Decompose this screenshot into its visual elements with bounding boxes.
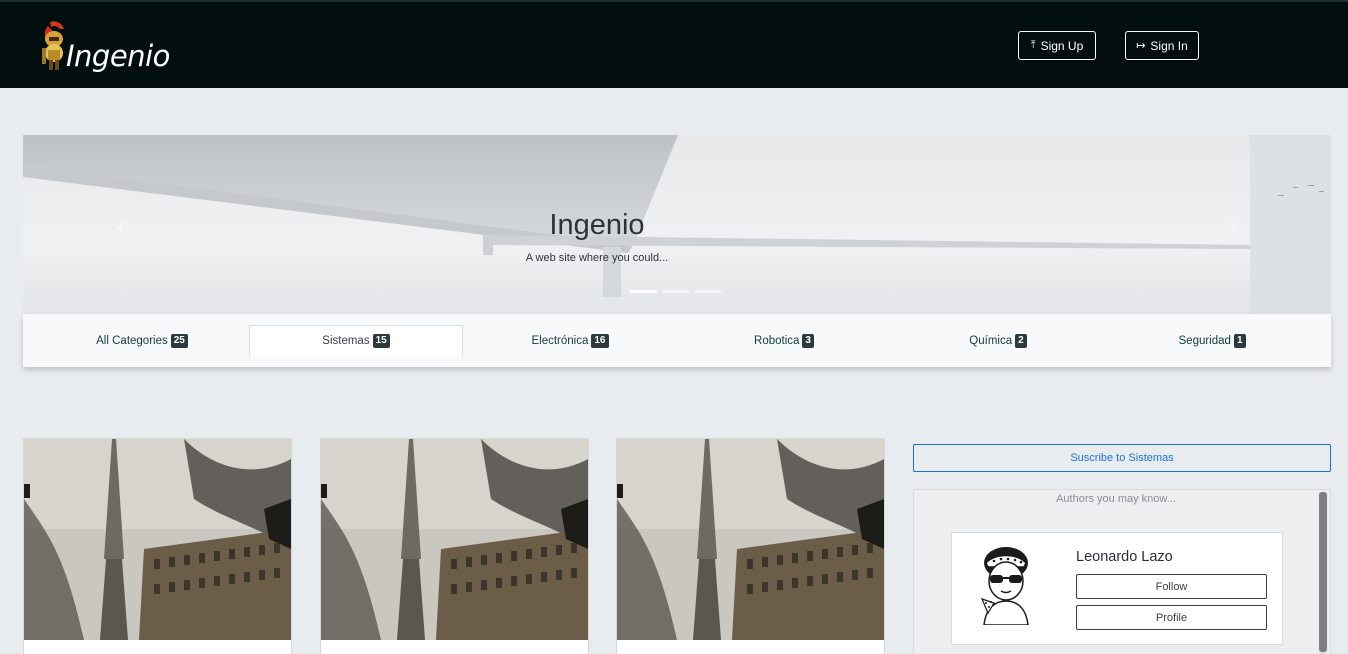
sign-in-button[interactable]: ↦ Sign In xyxy=(1125,31,1199,60)
tab-robotica[interactable]: Robotica 3 xyxy=(677,325,891,356)
authors-title: Authors you may know... xyxy=(1056,493,1176,505)
subscribe-button[interactable]: Suscribe to Sistemas xyxy=(913,444,1331,472)
avatar xyxy=(980,547,1029,625)
count-badge: 15 xyxy=(372,334,390,348)
author-card: Leonardo Lazo Follow Profile xyxy=(951,532,1283,645)
category-tabs: All Categories 25 Sistemas 15 Electrónic… xyxy=(23,314,1331,367)
sign-up-label: Sign Up xyxy=(1040,38,1084,53)
brand-link[interactable]: Ingenio xyxy=(40,18,170,74)
tab-label: Sistemas xyxy=(322,335,370,347)
sign-up-button[interactable]: ⤒ Sign Up xyxy=(1018,31,1096,60)
scrollbar-thumb[interactable] xyxy=(1319,492,1327,652)
tab-label: Química xyxy=(969,334,1013,347)
post-card[interactable] xyxy=(616,438,885,654)
post-image xyxy=(24,439,291,640)
tab-label: All Categories xyxy=(96,334,168,347)
authors-panel: Authors you may know... Leonardo Lazo Fo… xyxy=(913,489,1331,654)
carousel-subtitle: A web site where you could... xyxy=(525,252,669,264)
follow-button[interactable]: Follow xyxy=(1076,574,1267,599)
count-badge: 25 xyxy=(170,333,188,348)
carousel-indicator[interactable] xyxy=(662,290,689,293)
tab-label: Robotica xyxy=(754,334,800,347)
carousel-next-button[interactable]: › xyxy=(1223,213,1243,238)
chevron-right-icon: › xyxy=(1229,213,1237,238)
upload-icon: ⤒ xyxy=(1030,39,1036,51)
tab-seguridad[interactable]: Seguridad 1 xyxy=(1105,325,1319,356)
post-image xyxy=(617,439,884,640)
hero-carousel: Ingenio A web site where you could... ‹ … xyxy=(23,135,1331,314)
post-image xyxy=(321,439,588,640)
author-name: Leonardo Lazo xyxy=(1076,549,1173,565)
sign-in-icon: ↦ xyxy=(1136,40,1146,52)
sign-in-label: Sign In xyxy=(1150,38,1188,53)
count-badge: 1 xyxy=(1233,333,1246,348)
count-badge: 2 xyxy=(1015,333,1027,348)
tab-label: Electrónica xyxy=(531,334,589,347)
carousel-indicator[interactable] xyxy=(630,290,657,293)
post-card[interactable] xyxy=(320,438,589,654)
profile-button[interactable]: Profile xyxy=(1076,605,1267,630)
chevron-left-icon: ‹ xyxy=(117,213,125,238)
carousel-indicator[interactable] xyxy=(694,290,721,293)
count-badge: 16 xyxy=(591,333,609,348)
post-card[interactable] xyxy=(23,438,292,654)
tab-sistemas[interactable]: Sistemas 15 xyxy=(249,325,463,356)
tab-electronica[interactable]: Electrónica 16 xyxy=(463,325,677,356)
carousel-indicators xyxy=(630,290,721,293)
brand-name: Ingenio xyxy=(66,39,170,73)
navbar: Ingenio ⤒ Sign Up ↦ Sign In xyxy=(0,0,1348,88)
carousel-title: Ingenio xyxy=(549,209,645,241)
tab-label: Seguridad xyxy=(1178,334,1231,347)
spartan-logo-icon xyxy=(42,21,64,70)
tab-quimica[interactable]: Química 2 xyxy=(891,325,1105,356)
count-badge: 3 xyxy=(802,333,814,348)
carousel-prev-button[interactable]: ‹ xyxy=(111,213,131,238)
tab-all-categories[interactable]: All Categories 25 xyxy=(35,325,249,356)
